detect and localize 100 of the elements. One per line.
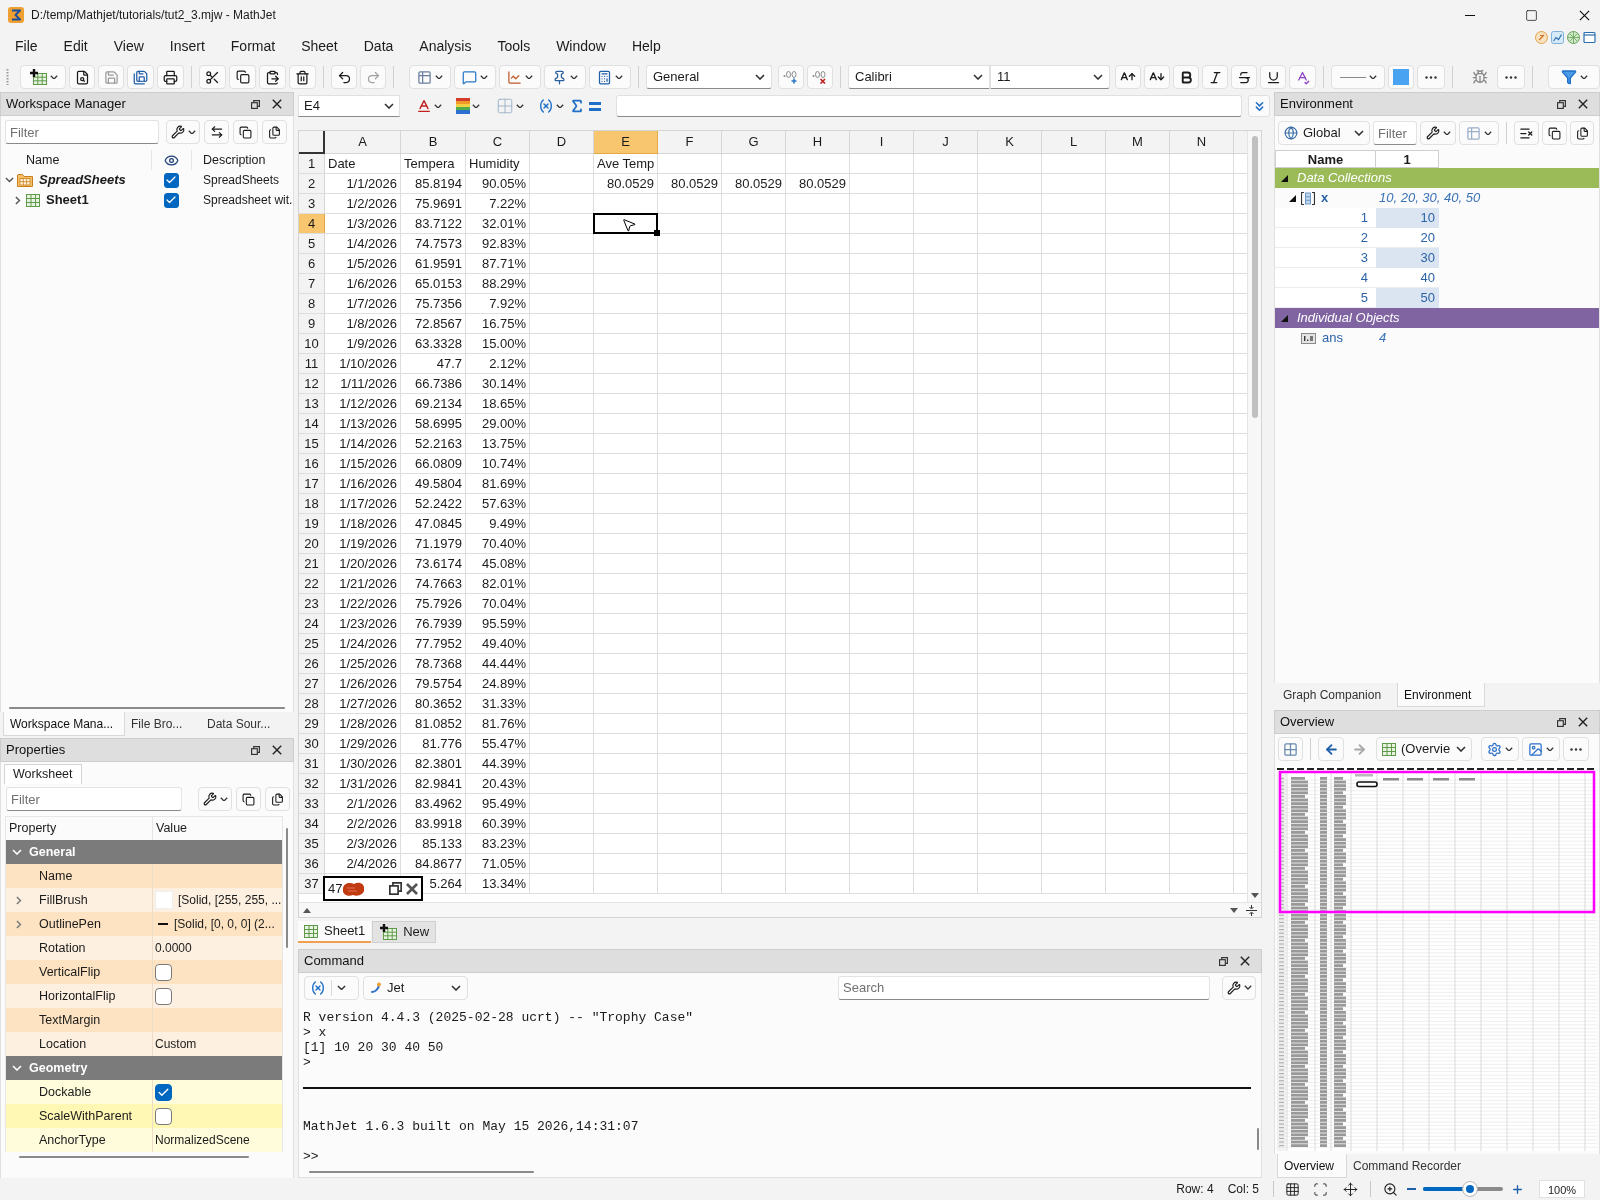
- split-handle-icon[interactable]: [1246, 904, 1257, 916]
- row-header[interactable]: 16: [299, 454, 325, 473]
- property-group-header[interactable]: General: [6, 840, 282, 864]
- column-header[interactable]: H: [786, 131, 850, 154]
- chart-dropdown[interactable]: [499, 65, 541, 89]
- row-header[interactable]: 18: [299, 494, 325, 513]
- row-header[interactable]: 13: [299, 394, 325, 413]
- line-color-button[interactable]: [1388, 65, 1414, 89]
- image-dropdown[interactable]: [1522, 737, 1560, 761]
- scroll-down-arrow-icon[interactable]: [1250, 893, 1259, 898]
- triangle-icon[interactable]: [1289, 194, 1296, 202]
- row-header[interactable]: 2: [299, 174, 325, 193]
- panel-tab[interactable]: Data Sour...: [201, 712, 291, 736]
- search-field[interactable]: Search: [838, 975, 1210, 1000]
- column-header[interactable]: E: [594, 131, 658, 154]
- tree-item[interactable]: Sheet1: [46, 190, 89, 210]
- row-header[interactable]: 26: [299, 654, 325, 673]
- column-header[interactable]: Value: [153, 819, 188, 838]
- row-header[interactable]: 29: [299, 714, 325, 733]
- save-all-button[interactable]: [127, 65, 154, 89]
- row-header[interactable]: 19: [299, 514, 325, 533]
- scrollbar-thumb[interactable]: [1251, 136, 1258, 418]
- property-group-header[interactable]: Geometry: [6, 1056, 282, 1080]
- row-header[interactable]: 3: [299, 194, 325, 213]
- property-row[interactable]: OutlinePen [Solid, [0, 0, 0] (2...: [6, 912, 282, 936]
- column-header[interactable]: N: [1170, 131, 1234, 154]
- scrollbar-thumb[interactable]: [9, 707, 285, 709]
- active-cell[interactable]: [593, 213, 658, 234]
- column-header[interactable]: K: [978, 131, 1042, 154]
- row-header[interactable]: 35: [299, 834, 325, 853]
- spell-check-button[interactable]: [1289, 65, 1316, 89]
- row-header[interactable]: 21: [299, 554, 325, 573]
- fill-handle[interactable]: [654, 230, 660, 236]
- more-button[interactable]: [1563, 737, 1589, 761]
- shrink-font-button[interactable]: [1144, 65, 1170, 89]
- panel-tab[interactable]: Worksheet: [4, 764, 82, 784]
- new-sheet-tab[interactable]: New: [372, 921, 437, 943]
- expand-formula-button[interactable]: [1248, 95, 1270, 117]
- row-header[interactable]: 28: [299, 694, 325, 713]
- row-header[interactable]: 34: [299, 814, 325, 833]
- menu-item[interactable]: Window: [543, 32, 619, 60]
- row-header[interactable]: 14: [299, 414, 325, 433]
- row-header[interactable]: 23: [299, 594, 325, 613]
- grow-font-button[interactable]: [1115, 65, 1141, 89]
- formula-input[interactable]: [616, 95, 1242, 117]
- increase-decimal-button[interactable]: [778, 65, 804, 89]
- panel-tab[interactable]: Overview: [1277, 1154, 1347, 1178]
- panel-tab[interactable]: Environment: [1397, 683, 1485, 707]
- checkbox[interactable]: [155, 963, 172, 981]
- scroll-left-arrow-icon[interactable]: [303, 907, 311, 913]
- filter-field[interactable]: Filter: [1373, 121, 1417, 145]
- sync-button[interactable]: [204, 120, 229, 144]
- font-size-dropdown[interactable]: 11: [990, 65, 1110, 89]
- row-header[interactable]: 1: [299, 154, 325, 173]
- menu-item[interactable]: Data: [350, 32, 407, 60]
- menu-item[interactable]: Insert: [156, 32, 218, 60]
- scope-dropdown[interactable]: Global: [1278, 121, 1370, 145]
- zoom-level[interactable]: 100%: [1539, 1180, 1586, 1198]
- italic-button[interactable]: [1202, 65, 1228, 89]
- wrench-dropdown[interactable]: [1420, 121, 1456, 145]
- checkbox[interactable]: [163, 192, 179, 208]
- row-header[interactable]: 7: [299, 274, 325, 293]
- column-header[interactable]: C: [466, 131, 530, 154]
- select-all-corner[interactable]: [299, 131, 325, 154]
- row-header[interactable]: 32: [299, 774, 325, 793]
- paste-button[interactable]: [265, 787, 290, 811]
- row-header[interactable]: 25: [299, 634, 325, 653]
- pin-dropdown[interactable]: [544, 65, 586, 89]
- checkbox[interactable]: [163, 172, 179, 188]
- property-row[interactable]: TextMargin: [6, 1008, 282, 1032]
- row-header[interactable]: 20: [299, 534, 325, 553]
- font-family-dropdown[interactable]: Calibri: [848, 65, 990, 89]
- column-header[interactable]: Name: [1, 150, 151, 170]
- column-header[interactable]: J: [914, 131, 978, 154]
- fill-color-dropdown[interactable]: [454, 95, 482, 117]
- image-settings-dropdown[interactable]: [1481, 737, 1519, 761]
- column-header[interactable]: A: [325, 131, 401, 154]
- column-header[interactable]: B: [401, 131, 466, 154]
- scrollbar-thumb[interactable]: [1257, 1128, 1259, 1150]
- slider-thumb[interactable]: [1463, 1182, 1477, 1196]
- row-header[interactable]: 22: [299, 574, 325, 593]
- property-row[interactable]: Dockable: [6, 1080, 282, 1104]
- decrease-decimal-button[interactable]: [807, 65, 833, 89]
- menu-item[interactable]: View: [100, 32, 157, 60]
- new-sheet-dropdown[interactable]: [20, 65, 66, 89]
- filter-dropdown[interactable]: [1548, 65, 1600, 89]
- filter-field[interactable]: Filter: [5, 120, 159, 144]
- row-header[interactable]: 17: [299, 474, 325, 493]
- row-header[interactable]: 37: [299, 874, 325, 893]
- scroll-right-arrow-icon[interactable]: [1230, 907, 1238, 913]
- print-button[interactable]: [157, 65, 184, 89]
- bold-button[interactable]: [1173, 65, 1199, 89]
- filter-field[interactable]: Filter: [6, 787, 182, 811]
- row-header[interactable]: 11: [299, 354, 325, 373]
- property-row[interactable]: ScaleWithParent: [6, 1104, 282, 1128]
- wrench-dropdown[interactable]: [198, 787, 232, 811]
- cut-button[interactable]: [199, 65, 226, 89]
- duplicate-button[interactable]: [233, 120, 258, 144]
- property-row[interactable]: Name: [6, 864, 282, 888]
- menu-item[interactable]: Help: [618, 32, 674, 60]
